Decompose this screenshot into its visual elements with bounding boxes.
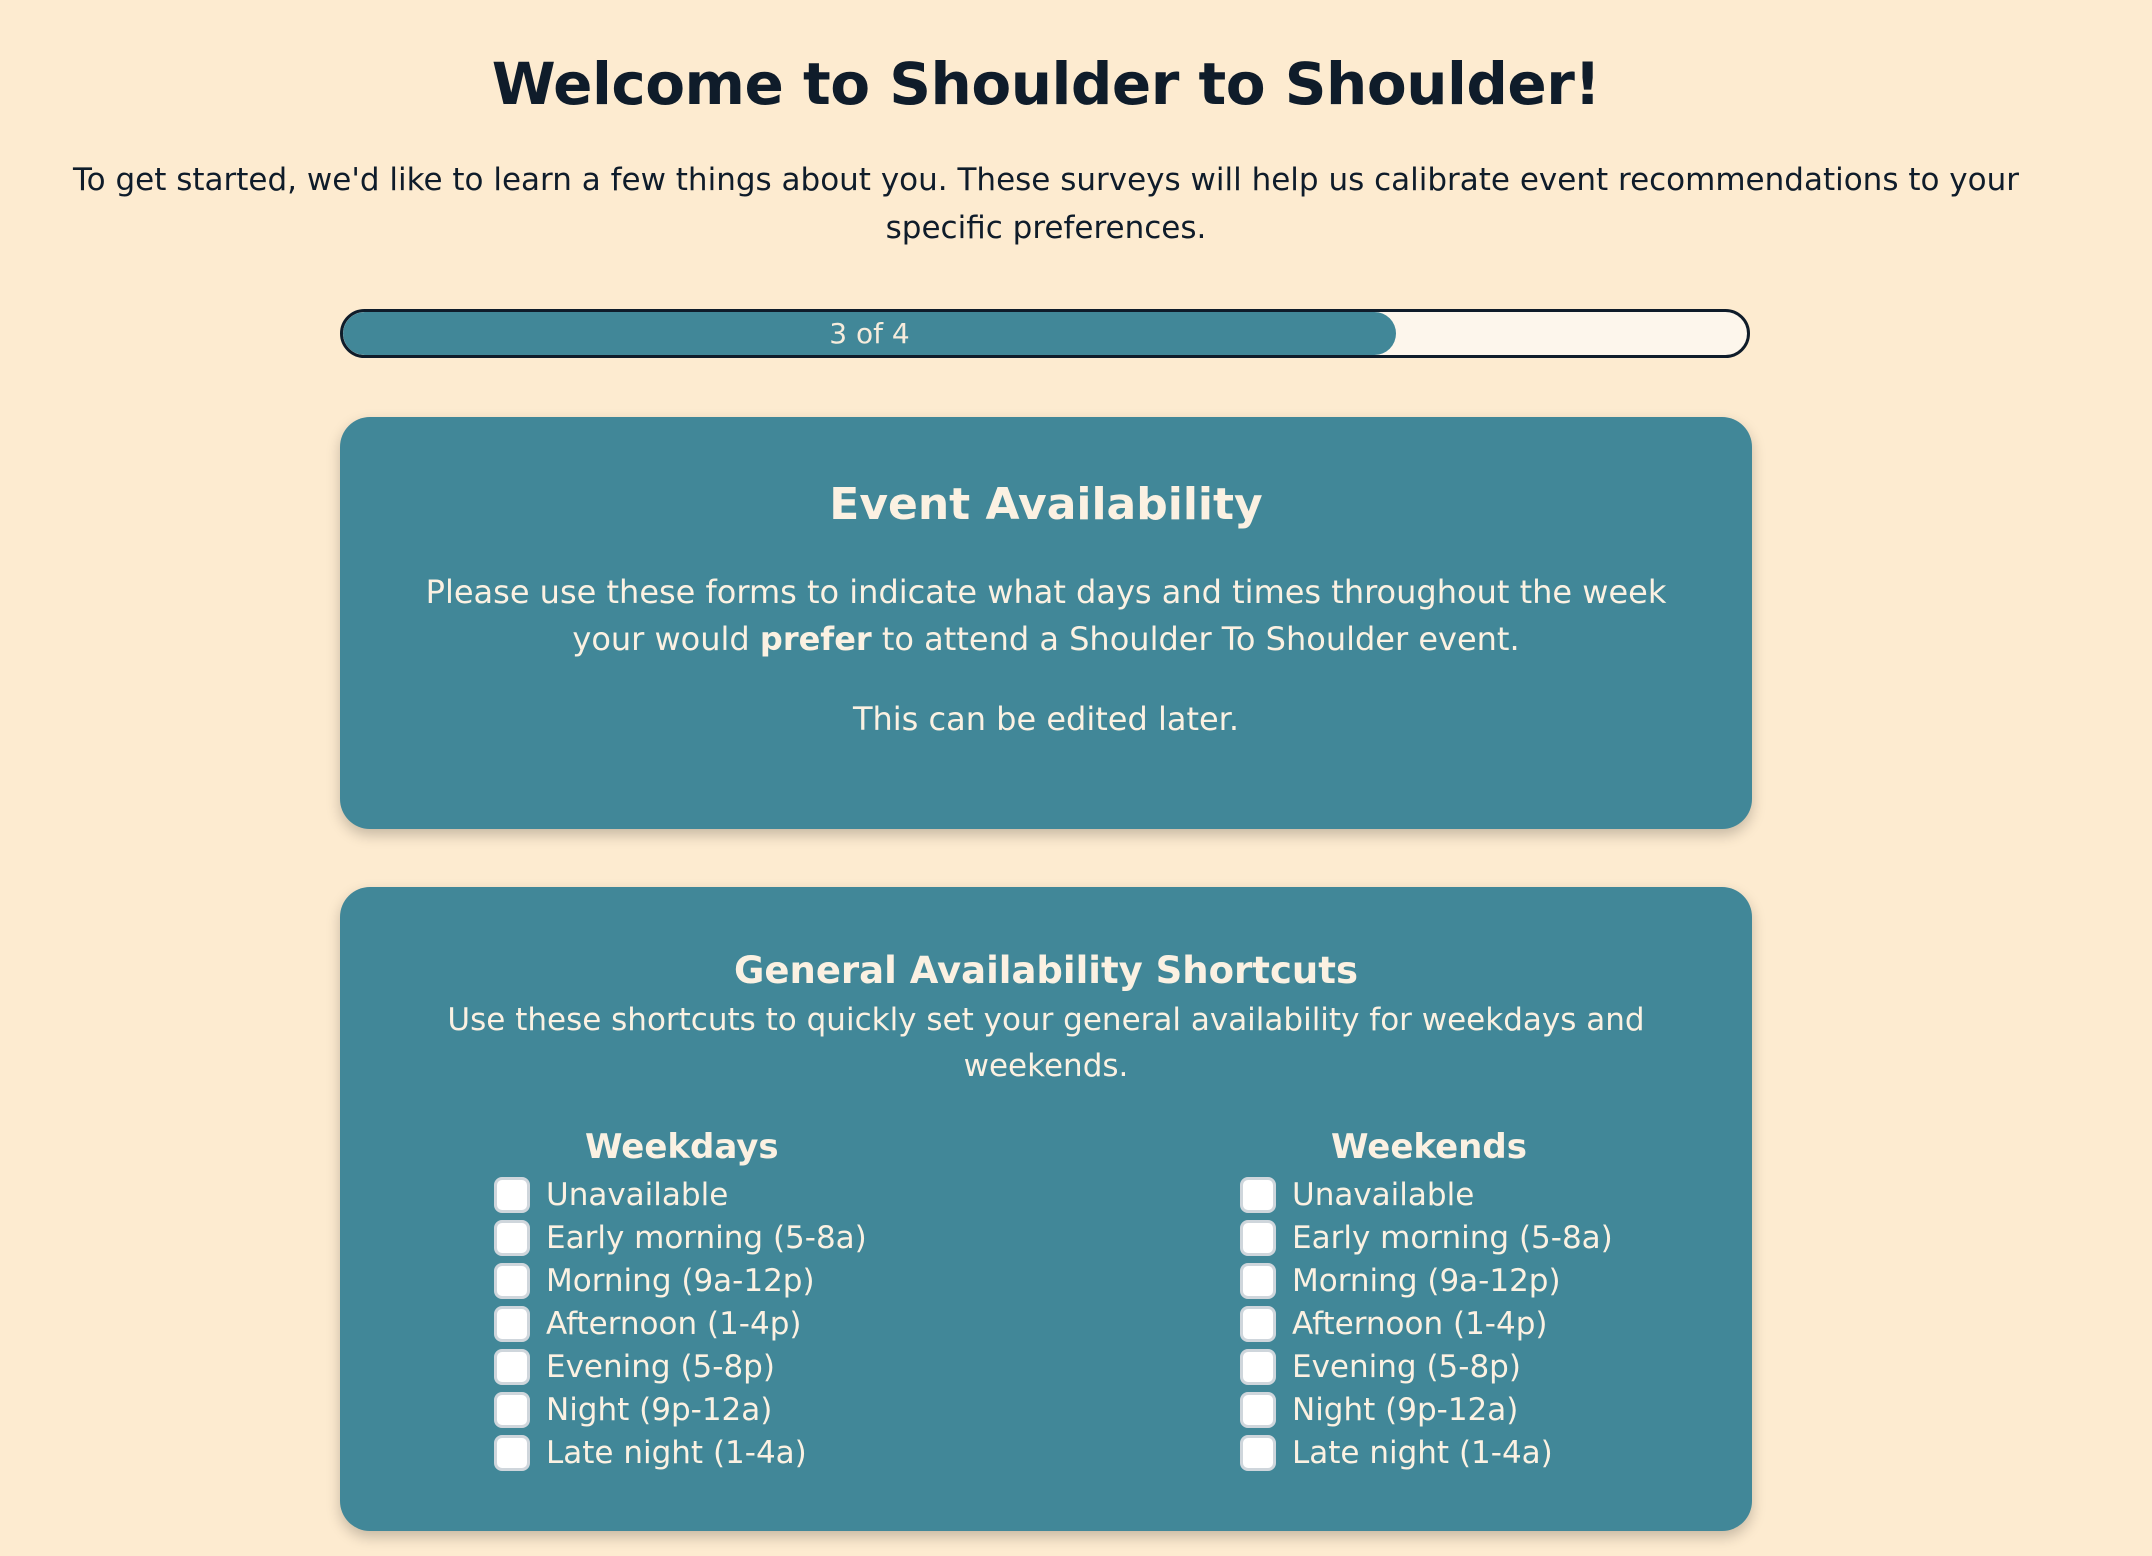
availability-shortcuts-card: General Availability Shortcuts Use these…	[340, 887, 1752, 1531]
edit-later-note: This can be edited later.	[852, 700, 1240, 738]
weekend-option-label: Evening (5-8p)	[1292, 1348, 1521, 1385]
progress-bar: 3 of 4	[340, 309, 1750, 358]
weekday-checkbox[interactable]	[494, 1391, 530, 1428]
event-availability-description: Please use these forms to indicate what …	[420, 569, 1672, 663]
weekday-checkbox[interactable]	[494, 1434, 530, 1471]
weekend-option-row[interactable]: Early morning (5-8a)	[1240, 1216, 1680, 1259]
weekend-option-label: Late night (1-4a)	[1292, 1434, 1553, 1471]
weekend-option-label: Early morning (5-8a)	[1292, 1219, 1613, 1256]
progress-label: 3 of 4	[829, 317, 910, 350]
weekday-option-label: Late night (1-4a)	[546, 1434, 807, 1471]
weekend-checkbox[interactable]	[1240, 1262, 1276, 1299]
description-after: to attend a Shoulder To Shoulder event.	[871, 620, 1520, 658]
weekday-option-label: Morning (9a-12p)	[546, 1262, 815, 1299]
weekday-option-label: Night (9p-12a)	[546, 1391, 773, 1428]
weekends-heading: Weekends	[1331, 1127, 1527, 1167]
page-title: Welcome to Shoulder to Shoulder!	[491, 50, 1601, 118]
weekday-option-row[interactable]: Unavailable	[494, 1173, 934, 1216]
weekend-checkbox[interactable]	[1240, 1391, 1276, 1428]
weekdays-options: Unavailable Early morning (5-8a) Morning (…	[494, 1173, 934, 1474]
shortcuts-title: General Availability Shortcuts	[734, 949, 1358, 992]
intro-text: To get started, we'd like to learn a few…	[72, 162, 2020, 246]
weekend-option-row[interactable]: Afternoon (1-4p)	[1240, 1302, 1680, 1345]
weekday-option-row[interactable]: Late night (1-4a)	[494, 1431, 934, 1474]
weekend-option-row[interactable]: Night (9p-12a)	[1240, 1388, 1680, 1431]
weekday-option-row[interactable]: Night (9p-12a)	[494, 1388, 934, 1431]
weekday-checkbox[interactable]	[494, 1176, 530, 1213]
weekday-option-row[interactable]: Afternoon (1-4p)	[494, 1302, 934, 1345]
weekend-option-row[interactable]: Evening (5-8p)	[1240, 1345, 1680, 1388]
weekend-option-row[interactable]: Unavailable	[1240, 1173, 1680, 1216]
weekday-option-label: Evening (5-8p)	[546, 1348, 775, 1385]
shortcuts-description: Use these shortcuts to quickly set your …	[447, 1002, 1645, 1084]
weekend-checkbox[interactable]	[1240, 1434, 1276, 1471]
weekend-option-label: Unavailable	[1292, 1176, 1475, 1213]
event-availability-card: Event Availability Please use these form…	[340, 417, 1752, 829]
weekday-option-row[interactable]: Evening (5-8p)	[494, 1345, 934, 1388]
weekend-checkbox[interactable]	[1240, 1219, 1276, 1256]
weekday-checkbox[interactable]	[494, 1348, 530, 1385]
weekend-option-label: Night (9p-12a)	[1292, 1391, 1519, 1428]
weekend-option-label: Afternoon (1-4p)	[1292, 1305, 1548, 1342]
weekend-option-row[interactable]: Late night (1-4a)	[1240, 1431, 1680, 1474]
event-availability-title: Event Availability	[829, 479, 1263, 530]
weekday-checkbox[interactable]	[494, 1219, 530, 1256]
weekday-option-row[interactable]: Morning (9a-12p)	[494, 1259, 934, 1302]
weekday-option-label: Unavailable	[546, 1176, 729, 1213]
weekends-column: Weekends Unavailable Early morning (5-8a)…	[1240, 1125, 1680, 1474]
weekday-option-row[interactable]: Early morning (5-8a)	[494, 1216, 934, 1259]
weekday-option-label: Afternoon (1-4p)	[546, 1305, 802, 1342]
weekend-checkbox[interactable]	[1240, 1176, 1276, 1213]
weekend-checkbox[interactable]	[1240, 1348, 1276, 1385]
weekend-option-label: Morning (9a-12p)	[1292, 1262, 1561, 1299]
weekday-checkbox[interactable]	[494, 1262, 530, 1299]
weekday-option-label: Early morning (5-8a)	[546, 1219, 867, 1256]
description-emphasis: prefer	[759, 620, 872, 658]
weekdays-column: Weekdays Unavailable Early morning (5-8a)…	[494, 1125, 934, 1474]
weekend-checkbox[interactable]	[1240, 1305, 1276, 1342]
weekends-options: Unavailable Early morning (5-8a) Morning (…	[1240, 1173, 1680, 1474]
weekend-option-row[interactable]: Morning (9a-12p)	[1240, 1259, 1680, 1302]
onboarding-page: Welcome to Shoulder to Shoulder! To get …	[0, 0, 2152, 1556]
weekday-checkbox[interactable]	[494, 1305, 530, 1342]
weekdays-heading: Weekdays	[585, 1127, 779, 1167]
